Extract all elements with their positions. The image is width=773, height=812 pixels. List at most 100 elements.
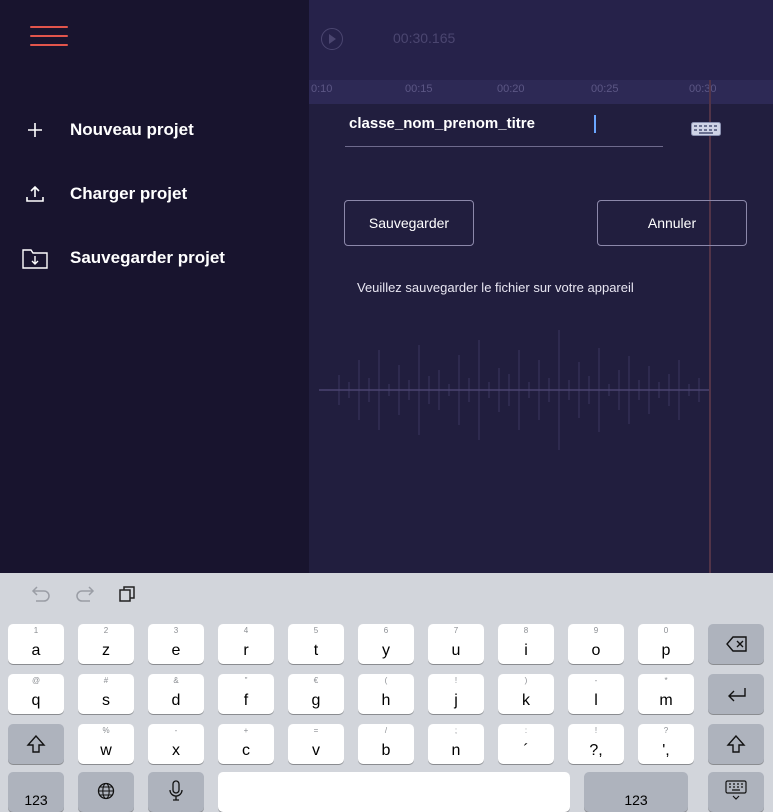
key-0-4[interactable]: 5t	[288, 624, 344, 664]
numbers-key-left[interactable]: 123	[8, 772, 64, 812]
menu-item-load-project[interactable]: Charger projet	[18, 182, 187, 206]
cancel-button[interactable]: Annuler	[597, 200, 747, 246]
key-2-7[interactable]: !?,	[568, 724, 624, 764]
filename-input[interactable]: classe_nom_prenom_titre	[349, 115, 535, 132]
key-label: d	[171, 692, 181, 709]
key-1-1[interactable]: # s	[78, 674, 134, 714]
redo-icon[interactable]	[74, 585, 96, 603]
key-hint: /	[384, 726, 388, 735]
save-info-text: Veuillez sauvegarder le fichier sur votr…	[357, 280, 634, 295]
key-label: ?,	[589, 742, 603, 759]
key-label: j	[454, 692, 458, 709]
key-hint: 8	[523, 626, 529, 635]
keyboard-toolbar	[30, 585, 136, 603]
key-1-0[interactable]: @ q	[8, 674, 64, 714]
key-hint: 9	[593, 626, 599, 635]
menu-item-save-project[interactable]: Sauvegarder projet	[18, 246, 225, 270]
key-0-1[interactable]: 2z	[78, 624, 134, 664]
upload-icon	[18, 182, 52, 206]
key-hint: 0	[663, 626, 669, 635]
key-0-7[interactable]: 8i	[498, 624, 554, 664]
key-label: r	[243, 642, 249, 659]
shift-key-left[interactable]	[8, 724, 64, 764]
key-label: w	[100, 742, 112, 759]
key-label: k	[522, 692, 530, 709]
key-2-1[interactable]: -x	[148, 724, 204, 764]
folder-download-icon	[18, 246, 52, 270]
key-1-3[interactable]: " f	[218, 674, 274, 714]
key-2-8[interactable]: ? ',	[638, 724, 694, 764]
key-1-8[interactable]: -l	[568, 674, 624, 714]
key-label: p	[661, 642, 671, 659]
key-0-8[interactable]: 9o	[568, 624, 624, 664]
key-1-4[interactable]: € g	[288, 674, 344, 714]
backspace-key[interactable]	[708, 624, 764, 664]
dictation-key[interactable]	[148, 772, 204, 812]
key-hint: !	[454, 676, 458, 685]
key-hint: +	[243, 726, 249, 735]
editor-area: 00:30.165 0:10 00:15 00:20 00:25 00:30 c…	[309, 0, 773, 573]
key-label: c	[242, 742, 250, 759]
key-hint: -	[174, 726, 178, 735]
key-0-5[interactable]: 6y	[358, 624, 414, 664]
globe-icon	[97, 782, 115, 800]
key-0-9[interactable]: 0p	[638, 624, 694, 664]
shift-key-right[interactable]	[708, 724, 764, 764]
key-2-3[interactable]: = v	[288, 724, 344, 764]
onscreen-keyboard: 1 a 2 z 3 e 4 r 5 t 6 y 7 u 8 i 9 o 0 p @ q # s & d " f € g(h! j) k - l * m…	[0, 573, 773, 812]
microphone-icon	[169, 780, 183, 801]
key-label: i	[524, 642, 528, 659]
play-icon[interactable]	[321, 28, 343, 50]
key-label: l	[594, 692, 598, 709]
key-label: z	[102, 642, 110, 659]
undo-icon[interactable]	[30, 585, 52, 603]
key-label: q	[31, 692, 41, 709]
key-2-6[interactable]: : ´	[498, 724, 554, 764]
key-label: e	[171, 642, 181, 659]
key-hint: (	[384, 676, 388, 685]
globe-key[interactable]	[78, 772, 134, 812]
key-0-0[interactable]: 1a	[8, 624, 64, 664]
key-1-9[interactable]: * m	[638, 674, 694, 714]
keyboard-icon[interactable]	[691, 122, 721, 136]
numbers-key-right[interactable]: 123	[584, 772, 688, 812]
paste-icon[interactable]	[118, 585, 136, 603]
key-2-4[interactable]: / b	[358, 724, 414, 764]
key-label: x	[172, 742, 180, 759]
key-hint: :	[524, 726, 528, 735]
key-1-7[interactable]: ) k	[498, 674, 554, 714]
menu-item-new-project[interactable]: Nouveau projet	[18, 118, 194, 142]
key-1-5[interactable]: (h	[358, 674, 414, 714]
key-hint: 3	[173, 626, 179, 635]
key-2-0[interactable]: % w	[78, 724, 134, 764]
ruler-tick: 0:10	[311, 83, 333, 95]
key-hint: #	[103, 676, 109, 685]
key-label: 123	[24, 792, 48, 808]
key-label: g	[311, 692, 321, 709]
key-label: h	[381, 692, 391, 709]
text-caret	[594, 115, 596, 133]
key-0-2[interactable]: 3e	[148, 624, 204, 664]
key-2-2[interactable]: + c	[218, 724, 274, 764]
key-label: y	[382, 642, 390, 659]
key-hint: =	[313, 726, 319, 735]
hamburger-icon[interactable]	[30, 26, 68, 46]
key-hint: &	[173, 676, 179, 685]
save-button[interactable]: Sauvegarder	[344, 200, 474, 246]
editor-toolbar: 00:30.165	[309, 0, 773, 80]
key-hint: ?	[663, 726, 669, 735]
menu-item-label: Sauvegarder projet	[70, 248, 225, 267]
plus-icon	[18, 118, 52, 142]
key-1-6[interactable]: ! j	[428, 674, 484, 714]
ruler-tick: 00:30	[689, 83, 717, 95]
key-label: ',	[662, 742, 670, 759]
key-label: t	[313, 642, 319, 659]
menu-item-label: Charger projet	[70, 184, 188, 203]
key-1-2[interactable]: & d	[148, 674, 204, 714]
dismiss-keyboard-key[interactable]	[708, 772, 764, 812]
key-0-6[interactable]: 7u	[428, 624, 484, 664]
key-0-3[interactable]: 4r	[218, 624, 274, 664]
key-2-5[interactable]: ; n	[428, 724, 484, 764]
return-key[interactable]	[708, 674, 764, 714]
space-key[interactable]	[218, 772, 570, 812]
